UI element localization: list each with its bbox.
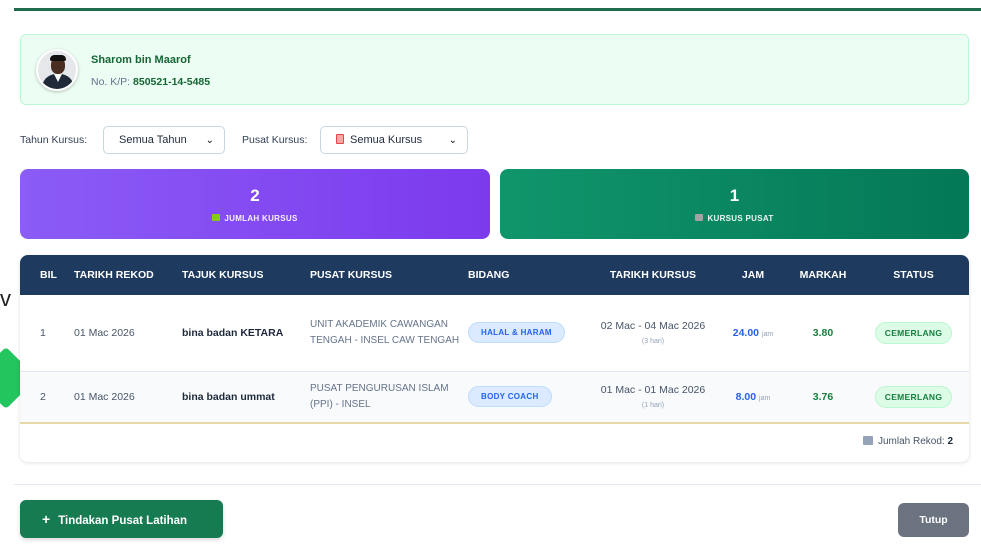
cell-course-center: UNIT AKADEMIK CAWANGAN TENGAH - INSEL CA…	[310, 318, 460, 346]
avatar	[36, 49, 78, 91]
plus-icon: +	[42, 511, 51, 527]
column-header: BIDANG	[468, 269, 510, 281]
column-header: MARKAH	[799, 269, 847, 281]
stat-label-row: KURSUS PUSAT	[500, 214, 969, 223]
cell-hours: 8.00 jam	[718, 371, 788, 423]
table-header-row: BIL TARIKH REKOD TAJUK KURSUS PUSAT KURS…	[20, 255, 969, 295]
record-count: Jumlah Rekod: 2	[862, 436, 953, 447]
stat-value: 1	[729, 186, 740, 205]
user-ic-value: 850521-14-5485	[133, 76, 211, 88]
column-header: BIL	[40, 269, 57, 281]
hours-value: 24.00	[732, 326, 760, 339]
record-count-value: 2	[947, 436, 953, 447]
background-text: v	[0, 286, 11, 311]
user-info-card: Sharom bin Maarof No. K/P: 850521-14-548…	[20, 34, 969, 105]
column-header: STATUS	[893, 269, 934, 281]
modal-footer-divider	[14, 484, 981, 485]
cell-score: 3.80	[812, 326, 834, 339]
chart-icon	[862, 436, 873, 445]
cell-bil: 1	[40, 326, 46, 339]
cell-status: CEMERLANG	[858, 295, 969, 371]
user-name: Sharom bin Maarof	[91, 54, 191, 66]
status-badge: CEMERLANG	[874, 321, 953, 344]
cell-status: CEMERLANG	[858, 371, 969, 423]
year-filter-label: Tahun Kursus:	[20, 134, 88, 146]
stat-card-total-courses: 2 JUMLAH KURSUS	[20, 169, 490, 239]
status-badge: CEMERLANG	[874, 385, 953, 408]
column-header: TAJUK KURSUS	[182, 269, 264, 281]
cell-course-date: 02 Mac - 04 Mac 2026 (3 hari)	[588, 295, 718, 371]
hours-unit: jam	[761, 330, 774, 338]
document-icon	[336, 134, 344, 144]
chart-icon	[212, 214, 221, 221]
column-header: JAM	[741, 269, 765, 281]
cell-field: BODY COACH	[468, 371, 588, 423]
cell-bil: 2	[40, 390, 46, 403]
building-icon	[695, 214, 704, 221]
center-filter-value: Semua Kursus	[350, 134, 423, 146]
cell-record-date: 01 Mac 2026	[74, 390, 135, 403]
course-date-range: 01 Mac - 01 Mac 2026	[600, 384, 706, 397]
modal-top-border	[14, 8, 981, 11]
stat-label: KURSUS PUSAT	[707, 214, 774, 223]
center-filter-label: Pusat Kursus:	[242, 134, 308, 146]
chevron-down-icon: ⌄	[448, 135, 457, 146]
close-button[interactable]: Tutup	[898, 503, 969, 537]
table-row[interactable]: 2 01 Mac 2026 bina badan ummat PUSAT PEN…	[20, 371, 969, 423]
column-header: TARIKH REKOD	[74, 269, 154, 281]
year-filter-value: Semua Tahun	[119, 134, 187, 146]
cell-course-date: 01 Mac - 01 Mac 2026 (1 hari)	[588, 371, 718, 423]
training-center-action-label: Tindakan Pusat Latihan	[58, 515, 188, 527]
hours-unit: jam	[759, 394, 771, 402]
stat-card-center-courses: 1 KURSUS PUSAT	[500, 169, 969, 239]
cell-record-date: 01 Mac 2026	[74, 326, 135, 339]
year-filter-select[interactable]: Semua Tahun ⌄	[103, 126, 225, 154]
course-days: (3 hari)	[641, 338, 665, 346]
table-row[interactable]: 1 01 Mac 2026 bina badan KETARA UNIT AKA…	[20, 295, 969, 371]
course-days: (1 hari)	[641, 402, 665, 410]
cell-hours: 24.00 jam	[718, 295, 788, 371]
cell-course-title: bina badan KETARA	[182, 326, 284, 339]
stat-value: 2	[250, 186, 260, 205]
hours-value: 8.00	[735, 390, 757, 403]
courses-table: BIL TARIKH REKOD TAJUK KURSUS PUSAT KURS…	[20, 255, 969, 462]
cell-field: HALAL & HARAM	[468, 295, 588, 371]
column-header: PUSAT KURSUS	[310, 269, 393, 281]
stat-label-row: JUMLAH KURSUS	[20, 214, 490, 223]
cell-score: 3.76	[812, 390, 834, 403]
cell-course-center: PUSAT PENGURUSAN ISLAM (PPI) - INSEL	[310, 382, 449, 410]
field-badge: HALAL & HARAM	[468, 322, 565, 344]
user-ic: No. K/P: 850521-14-5485	[91, 76, 210, 88]
cell-course-title: bina badan ummat	[182, 390, 275, 403]
stat-label: JUMLAH KURSUS	[224, 214, 298, 223]
user-ic-label: No. K/P:	[91, 76, 131, 88]
chevron-down-icon: ⌄	[205, 135, 214, 146]
training-center-action-button[interactable]: + Tindakan Pusat Latihan	[20, 500, 223, 538]
column-header: TARIKH KURSUS	[609, 269, 697, 281]
course-date-range: 02 Mac - 04 Mac 2026	[600, 320, 706, 333]
record-count-label: Jumlah Rekod:	[877, 436, 945, 447]
center-filter-select[interactable]: Semua Kursus ⌄	[320, 126, 468, 154]
field-badge: BODY COACH	[468, 386, 552, 408]
